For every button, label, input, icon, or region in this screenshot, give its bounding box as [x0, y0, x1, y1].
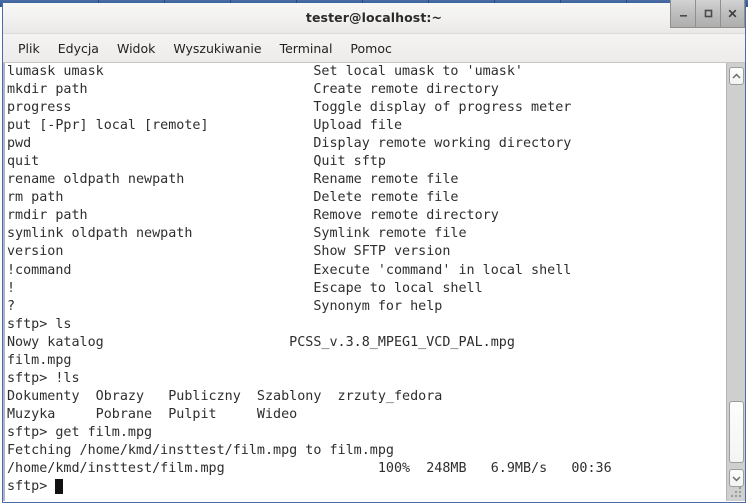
menu-item-edycja[interactable]: Edycja	[49, 38, 108, 59]
terminal-screen[interactable]: lumask umask Set local umask to 'umask' …	[5, 63, 726, 501]
resize-grip-icon[interactable]	[731, 487, 743, 499]
menu-item-pomoc[interactable]: Pomoc	[341, 38, 400, 59]
scroll-up-icon[interactable]	[729, 67, 744, 85]
close-button[interactable]	[720, 0, 745, 28]
terminal-area: lumask umask Set local umask to 'umask' …	[3, 63, 745, 501]
menu-item-terminal[interactable]: Terminal	[271, 38, 342, 59]
window-bottom-edge	[3, 501, 745, 502]
menu-item-plik[interactable]: Plik	[9, 38, 49, 59]
menu-item-wyszukiwanie[interactable]: Wyszukiwanie	[164, 38, 270, 59]
terminal-window: tester@localhost:~ Plik Edycja Widok Wys…	[2, 0, 746, 503]
maximize-button[interactable]	[695, 0, 720, 28]
terminal-cursor	[55, 479, 64, 495]
window-title: tester@localhost:~	[305, 10, 443, 25]
scrollbar-thumb[interactable]	[729, 401, 744, 463]
menu-item-widok[interactable]: Widok	[108, 38, 164, 59]
scroll-down-icon[interactable]	[729, 469, 744, 487]
window-controls	[670, 0, 745, 31]
terminal-text: lumask umask Set local umask to 'umask' …	[7, 64, 612, 495]
screen: tester@localhost:~ Plik Edycja Widok Wys…	[0, 0, 748, 503]
window-titlebar[interactable]: tester@localhost:~	[3, 0, 745, 34]
menubar: Plik Edycja Widok Wyszukiwanie Terminal …	[3, 34, 745, 63]
minimize-button[interactable]	[670, 0, 695, 28]
terminal-scrollbar[interactable]	[726, 63, 745, 501]
